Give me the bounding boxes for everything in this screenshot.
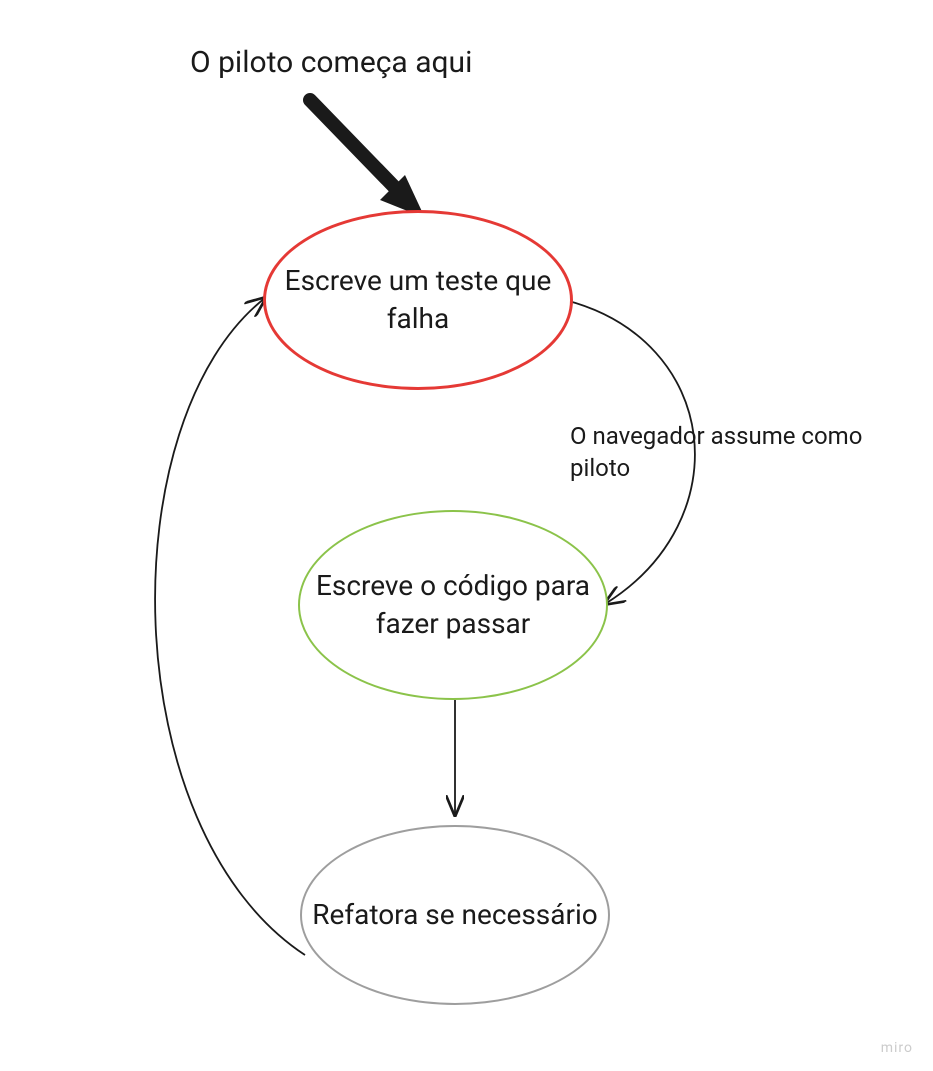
node-write-passing-code-label: Escreve o código para fazer passar <box>300 557 606 653</box>
edge-gray-to-red <box>155 298 305 955</box>
node-write-failing-test: Escreve um teste que falha <box>263 210 573 390</box>
node-refactor-label: Refatora se necessário <box>302 886 608 944</box>
node-write-passing-code: Escreve o código para fazer passar <box>298 510 608 700</box>
node-write-failing-test-label: Escreve um teste que falha <box>266 252 570 348</box>
start-arrow-icon <box>310 100 425 218</box>
watermark: miro <box>881 1040 913 1056</box>
diagram-container: O piloto começa aqui Escreve um teste qu… <box>0 0 933 1071</box>
edge-label-navigator: O navegador assume como piloto <box>570 420 870 485</box>
node-refactor: Refatora se necessário <box>300 825 610 1005</box>
diagram-title: O piloto começa aqui <box>190 45 472 80</box>
